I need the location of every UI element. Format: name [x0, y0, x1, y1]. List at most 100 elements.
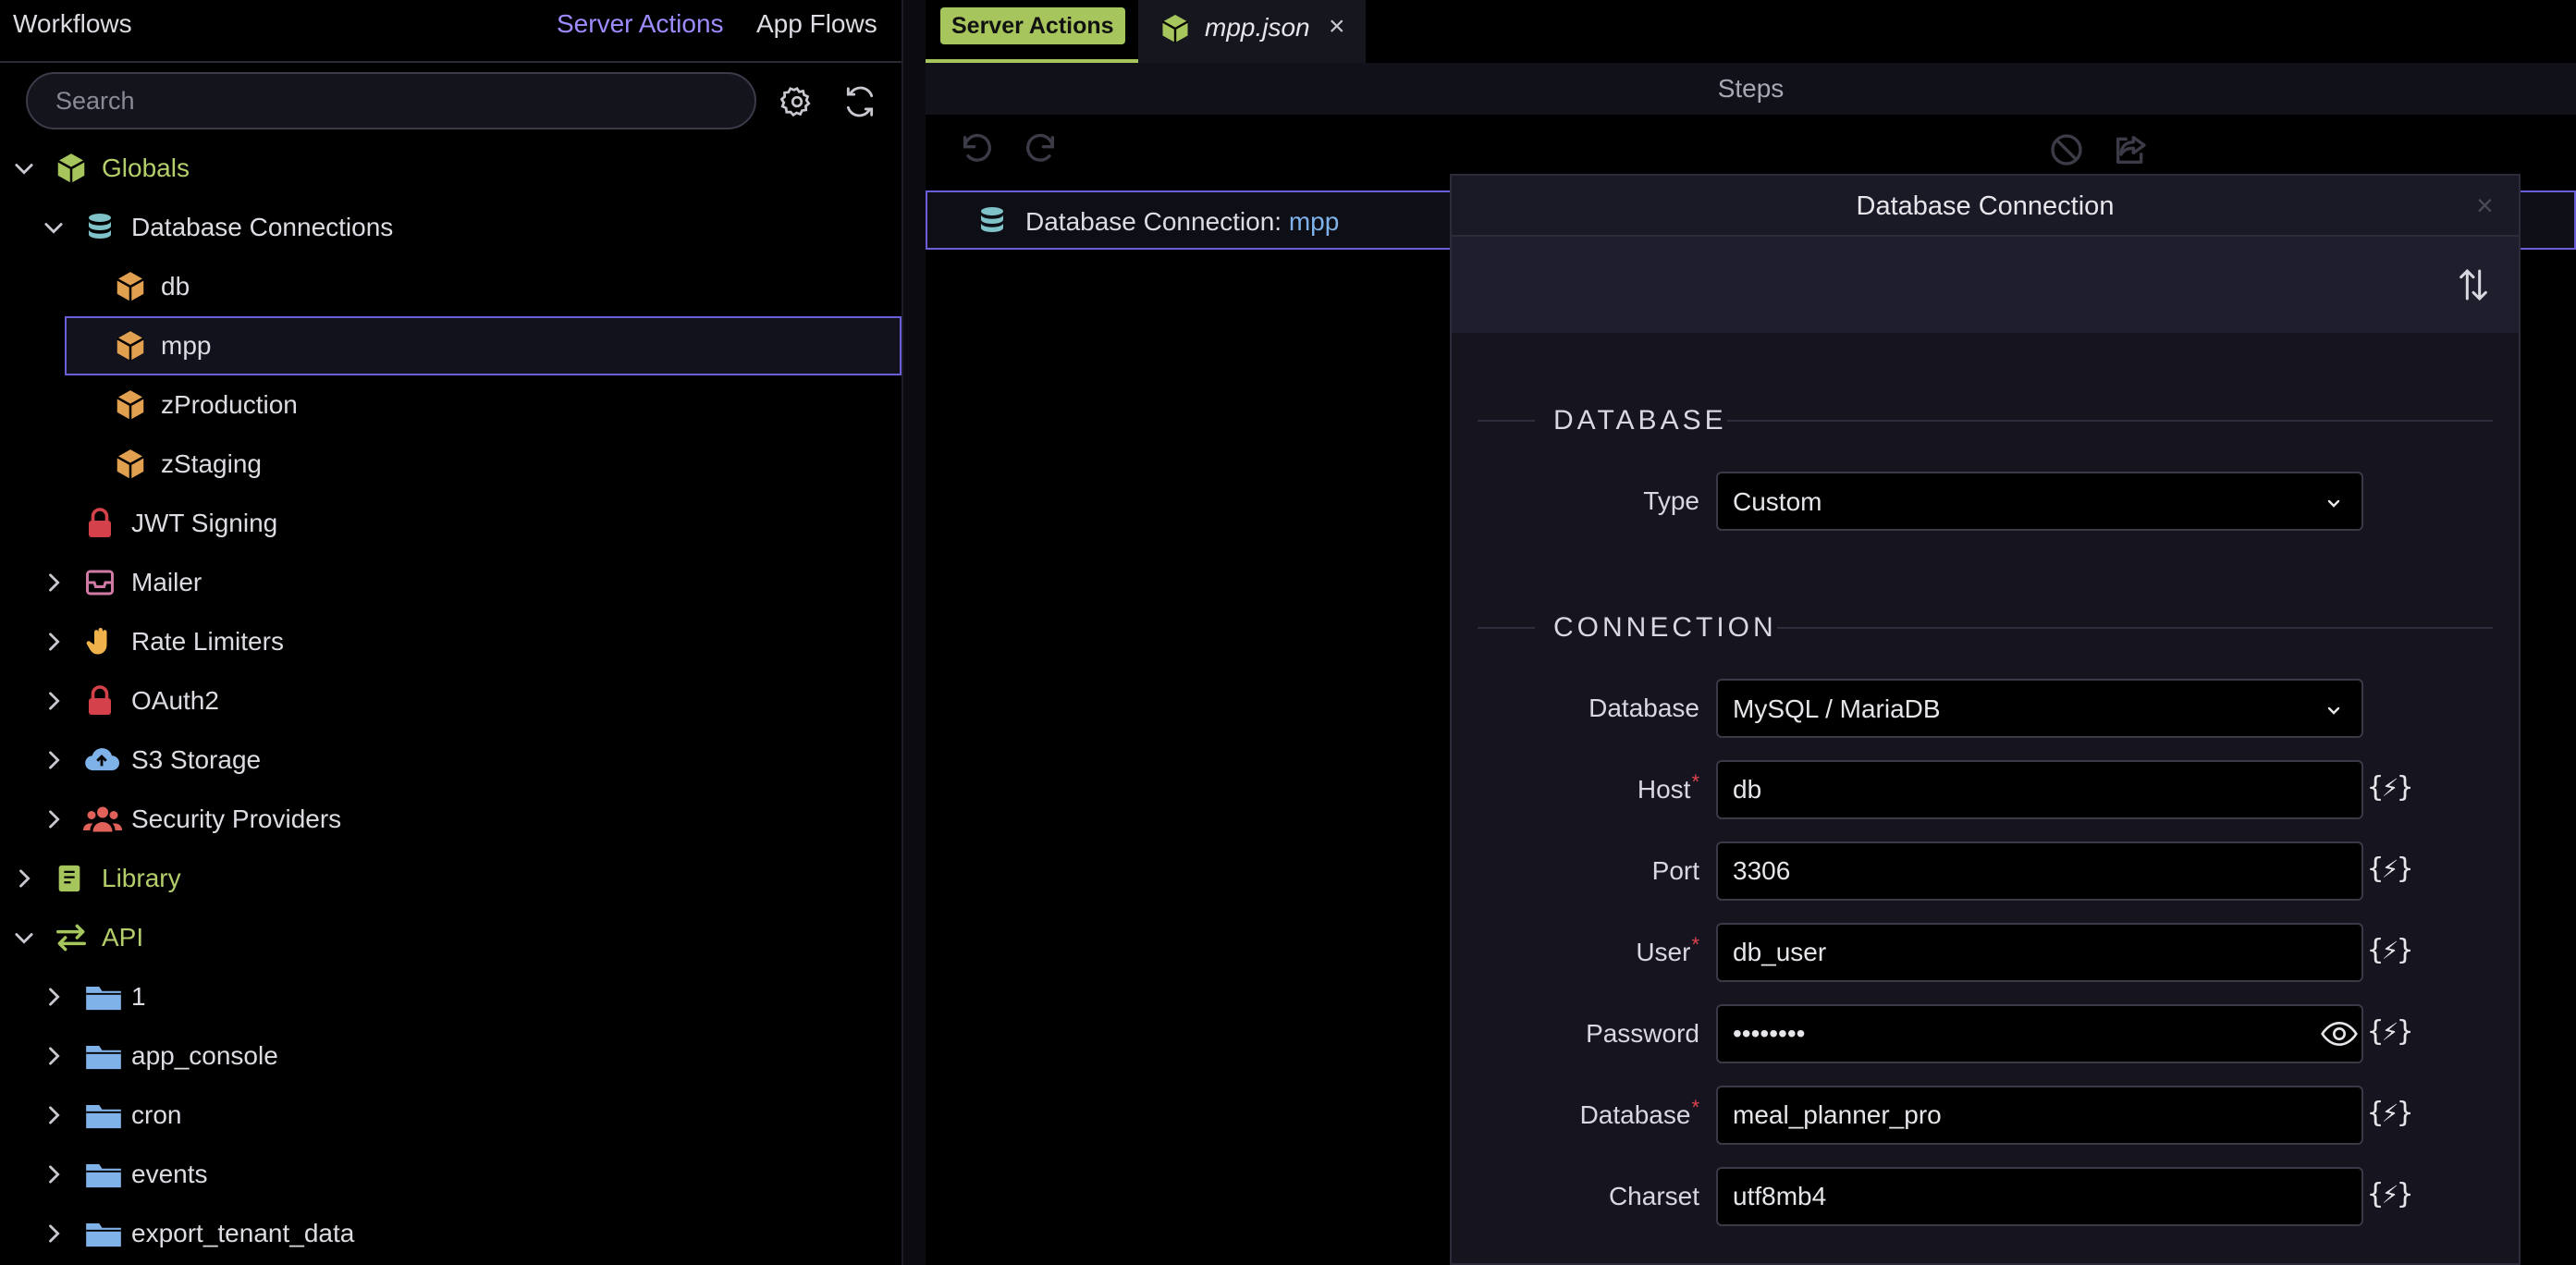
disable-step-button[interactable]: [2048, 131, 2085, 173]
folder-icon: [83, 1098, 121, 1133]
chevron-down-icon[interactable]: [11, 155, 37, 181]
panel-title: Workflows: [13, 9, 132, 38]
chevron-right-icon[interactable]: [41, 1161, 67, 1187]
folder-icon: [83, 1038, 121, 1074]
tab-server-actions-badge[interactable]: Server Actions: [926, 0, 1138, 63]
section-line: [1777, 627, 2493, 629]
box-icon: [113, 387, 148, 423]
ban-icon: [2051, 134, 2082, 166]
undo-button[interactable]: [959, 131, 996, 173]
chevron-down-icon[interactable]: [41, 215, 67, 240]
field-row-database-engine: Database MySQL / MariaDB: [1452, 679, 2519, 738]
chevron-right-icon[interactable]: [41, 629, 67, 655]
tree-item-label: Database Connections: [131, 213, 394, 241]
hand-icon: [83, 624, 118, 659]
tree-item[interactable]: Security Providers: [0, 790, 902, 849]
user-input[interactable]: [1716, 923, 2363, 982]
panel-resizer[interactable]: [902, 0, 926, 1265]
tab-mpp-json[interactable]: mpp.json ×: [1138, 0, 1366, 63]
chevron-down-icon: [2327, 499, 2340, 508]
folder-icon: [83, 1157, 121, 1192]
dynamic-data-button[interactable]: {⚡}: [2367, 1097, 2413, 1129]
redo-button[interactable]: [1022, 131, 1059, 173]
database-icon: [975, 203, 1009, 243]
step-type: Database Connection:: [1025, 207, 1289, 236]
workflow-tree: Globals Database Connections db mpp zProduct…: [0, 139, 902, 1265]
tab-app-flows[interactable]: App Flows: [756, 9, 877, 39]
database-name-input[interactable]: [1716, 1086, 2363, 1145]
chevron-right-icon[interactable]: [41, 1221, 67, 1247]
dynamic-data-button[interactable]: {⚡}: [2367, 1178, 2413, 1210]
tree-item[interactable]: mpp: [0, 316, 902, 375]
tree-item-label: db: [161, 272, 190, 301]
export-button[interactable]: [2111, 131, 2150, 173]
field-label: Port: [1651, 856, 1699, 885]
users-icon: [83, 802, 122, 837]
port-input[interactable]: [1716, 841, 2363, 901]
show-password-button[interactable]: [2321, 1019, 2358, 1053]
tree-item-label: zProduction: [161, 390, 298, 419]
field-label: Type: [1643, 486, 1699, 515]
charset-input[interactable]: [1716, 1167, 2363, 1226]
tree-item[interactable]: zStaging: [0, 435, 902, 494]
section-line: [1478, 627, 1535, 629]
settings-button[interactable]: [777, 81, 817, 122]
section-database: DATABASE: [1478, 401, 2493, 438]
database-connection-dialog: Database Connection × DATABASE Type Cust…: [1450, 174, 2521, 1265]
steps-header: Steps: [926, 63, 2576, 115]
sort-arrows-icon: [2459, 268, 2487, 301]
chevron-right-icon[interactable]: [41, 806, 67, 832]
type-select[interactable]: Custom: [1716, 472, 2363, 531]
field-row-user: User* {⚡}: [1452, 923, 2519, 982]
tree-item[interactable]: Globals: [0, 139, 902, 198]
dialog-title: Database Connection: [1856, 191, 2115, 221]
tree-item[interactable]: app_console: [0, 1026, 902, 1086]
search-input[interactable]: [26, 72, 756, 129]
tree-item[interactable]: Mailer: [0, 553, 902, 612]
password-input[interactable]: [1716, 1004, 2363, 1063]
sort-button[interactable]: [2458, 266, 2489, 308]
gear-icon: [780, 87, 811, 117]
tree-item[interactable]: JWT Signing: [0, 494, 902, 553]
tree-item[interactable]: events: [0, 1145, 902, 1204]
dynamic-data-button[interactable]: {⚡}: [2367, 853, 2413, 885]
dynamic-data-button[interactable]: {⚡}: [2367, 934, 2413, 966]
dynamic-data-button[interactable]: {⚡}: [2367, 771, 2413, 804]
dynamic-data-button[interactable]: {⚡}: [2367, 1015, 2413, 1048]
chevron-down-icon[interactable]: [11, 925, 37, 951]
chevron-right-icon[interactable]: [41, 984, 67, 1010]
tree-item[interactable]: Rate Limiters: [0, 612, 902, 671]
folder-icon: [83, 1216, 121, 1251]
tree-item[interactable]: OAuth2: [0, 671, 902, 731]
tree-item[interactable]: export_tenant_data: [0, 1204, 902, 1263]
chevron-right-icon[interactable]: [41, 747, 67, 773]
chevron-right-icon[interactable]: [41, 570, 67, 596]
tree-item[interactable]: zProduction: [0, 375, 902, 435]
tab-server-actions[interactable]: Server Actions: [557, 9, 724, 39]
chevron-right-icon[interactable]: [11, 866, 37, 891]
tree-item-label: cron: [131, 1100, 182, 1129]
tree-item[interactable]: API: [0, 908, 902, 967]
header-divider: [0, 61, 902, 63]
field-label: Database: [1589, 694, 1699, 722]
chevron-right-icon[interactable]: [41, 1043, 67, 1069]
chevron-right-icon[interactable]: [41, 688, 67, 714]
section-connection: CONNECTION: [1478, 608, 2493, 645]
database-engine-select[interactable]: MySQL / MariaDB: [1716, 679, 2363, 738]
close-icon[interactable]: ×: [2476, 189, 2494, 223]
field-label: User*: [1636, 933, 1699, 966]
tree-item[interactable]: 1: [0, 967, 902, 1026]
host-input[interactable]: [1716, 760, 2363, 819]
field-row-host: Host* {⚡}: [1452, 760, 2519, 819]
field-row-database-name: Database* {⚡}: [1452, 1086, 2519, 1145]
tree-item[interactable]: db: [0, 257, 902, 316]
tree-item[interactable]: cron: [0, 1086, 902, 1145]
close-icon[interactable]: ×: [1329, 11, 1345, 43]
chevron-right-icon[interactable]: [41, 1102, 67, 1128]
required-mark: *: [1691, 770, 1699, 793]
tree-item[interactable]: S3 Storage: [0, 731, 902, 790]
tree-item[interactable]: Library: [0, 849, 902, 908]
refresh-button[interactable]: [840, 81, 880, 122]
server-actions-badge: Server Actions: [940, 7, 1125, 44]
tree-item[interactable]: Database Connections: [0, 198, 902, 257]
